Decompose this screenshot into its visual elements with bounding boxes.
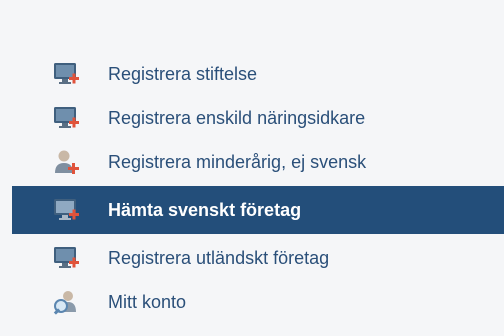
person-add-icon [55, 150, 79, 174]
user-search-icon [53, 291, 76, 315]
monitor-add-icon [54, 199, 79, 220]
menu-item-registrera-utlandskt-foretag[interactable]: Registrera utländskt företag [12, 236, 504, 280]
menu-item-label: Registrera minderårig, ej svensk [108, 151, 367, 172]
menu-item-registrera-stiftelse[interactable]: Registrera stiftelse [12, 52, 504, 96]
menu-item-label: Hämta svenskt företag [108, 199, 302, 220]
monitor-add-icon [54, 247, 79, 268]
menu-item-registrera-enskild-naringsidkare[interactable]: Registrera enskild näringsidkare [12, 96, 504, 140]
menu-item-hamta-svenskt-foretag[interactable]: Hämta svenskt företag [12, 186, 504, 234]
menu-item-mitt-konto[interactable]: Mitt konto [12, 280, 504, 324]
menu-item-label: Registrera enskild näringsidkare [108, 107, 366, 128]
menu-item-label: Registrera utländskt företag [108, 247, 330, 268]
monitor-add-icon [54, 63, 79, 84]
menu-item-registrera-minderarig[interactable]: Registrera minderårig, ej svensk [12, 140, 504, 184]
side-menu-panel: Registrera stiftelse Registrera enskild … [0, 0, 504, 336]
menu-item-label: Registrera stiftelse [108, 63, 258, 84]
side-menu: Registrera stiftelse Registrera enskild … [12, 52, 504, 324]
menu-item-label: Mitt konto [108, 291, 187, 312]
monitor-add-icon [54, 107, 79, 128]
